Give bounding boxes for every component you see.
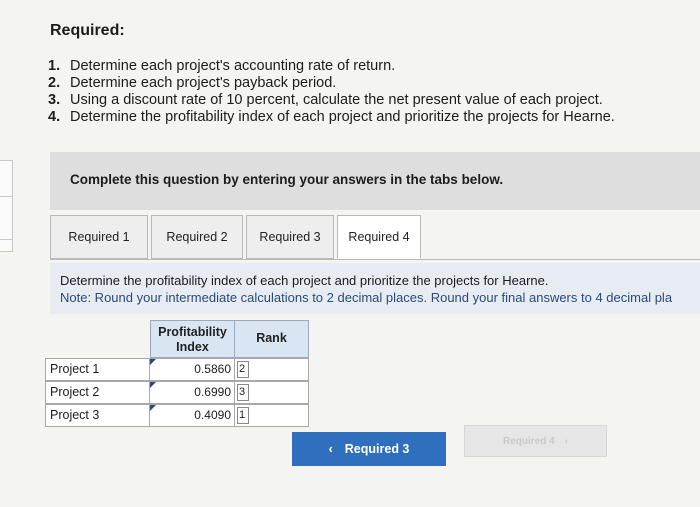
profitability-index-input[interactable]: 0.5860 [150,358,235,381]
table-row: Project 2 0.6990 3 [45,381,309,404]
tab-required-3[interactable]: Required 3 [246,215,334,259]
answer-marker-icon [150,382,156,388]
requirements-list: 1. Determine each project's accounting ra… [48,58,615,126]
requirement-item: 2. Determine each project's payback perio… [48,75,337,91]
rank-input[interactable]: 3 [235,381,309,404]
requirement-item: 3. Using a discount rate of 10 percent, c… [48,92,603,108]
row-label: Project 3 [45,404,150,427]
profitability-index-input[interactable]: 0.6990 [150,381,235,404]
row-label: Project 2 [45,381,150,404]
requirement-item: 4. Determine the profitability index of e… [48,109,615,125]
chevron-right-icon: › [564,435,569,447]
prev-tab-button[interactable]: ‹ Required 3 [292,432,446,466]
answer-marker-icon [150,405,156,411]
question-text: Determine the profitability index of eac… [60,273,549,288]
table-row: Project 1 0.5860 2 [45,358,309,381]
rank-input[interactable]: 2 [235,358,309,381]
rank-input[interactable]: 1 [235,404,309,427]
profitability-index-input[interactable]: 0.4090 [150,404,235,427]
column-header-rank: Rank [235,320,309,358]
instruction-text: Complete this question by entering your … [70,172,504,187]
table-corner [45,320,150,358]
column-header-profitability-index: Profitability Index [150,320,235,358]
page-heading: Required: [50,22,125,39]
left-edge-panel-inner [0,196,13,240]
instruction-banner: Complete this question by entering your … [50,152,700,210]
tab-required-1[interactable]: Required 1 [50,215,148,259]
chevron-left-icon: ‹ [328,442,333,456]
row-label: Project 1 [45,358,150,381]
requirement-item: 1. Determine each project's accounting ra… [48,58,396,74]
tab-required-2[interactable]: Required 2 [151,215,243,259]
table-row: Project 3 0.4090 1 [45,404,309,427]
tab-bar: Required 1 Required 2 Required 3 Require… [50,215,421,259]
next-tab-button[interactable]: Required 4 › [464,425,607,457]
answer-marker-icon [150,359,156,365]
question-note: Determine the profitability index of eac… [50,263,700,314]
tab-required-4[interactable]: Required 4 [337,215,421,259]
tab-panel-divider [50,259,700,260]
rounding-note: Note: Round your intermediate calculatio… [60,290,673,305]
